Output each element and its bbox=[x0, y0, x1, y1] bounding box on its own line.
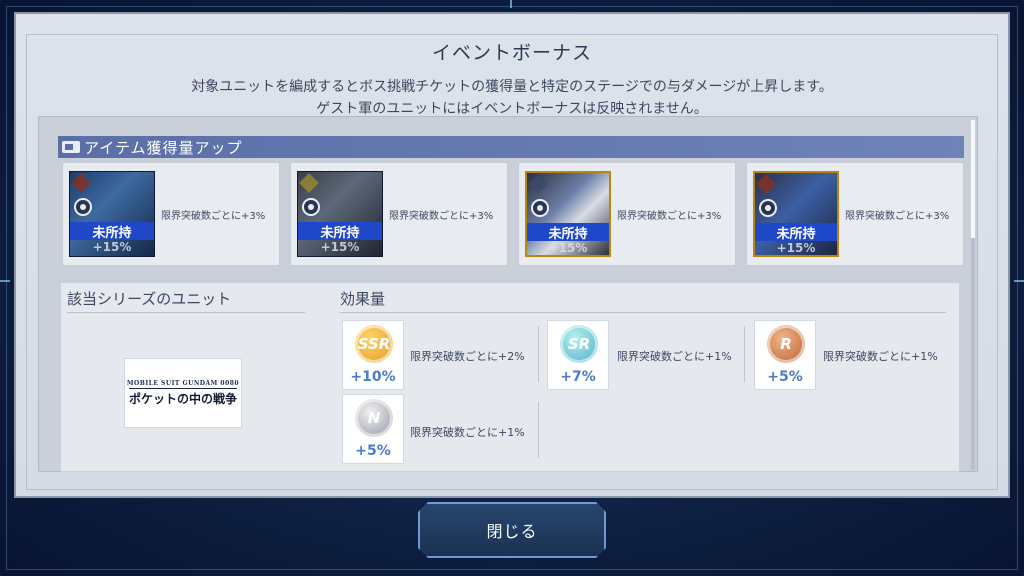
star-attribute-icon bbox=[531, 199, 549, 217]
unit-card[interactable]: 未所持 +15% 限界突破数ごとに+3% bbox=[290, 162, 508, 266]
close-button[interactable]: 閉じる bbox=[418, 502, 606, 558]
unit-bonus: +15% bbox=[548, 241, 588, 255]
unit-thumbnail[interactable]: 未所持 +15% bbox=[753, 171, 839, 257]
rarity-effect-text: 限界突破数ごとに+1% bbox=[617, 350, 732, 363]
rarity-value: +5% bbox=[355, 443, 391, 459]
unit-type-icon bbox=[299, 173, 319, 193]
n-badge-icon: N bbox=[355, 399, 393, 437]
unit-card[interactable]: 未所持 +15% 限界突破数ごとに+3% bbox=[518, 162, 736, 266]
dialog-title: イベントボーナス bbox=[431, 41, 592, 64]
rarity-card-ssr: SSR +10% bbox=[342, 320, 404, 390]
rarity-card-n: N +5% bbox=[342, 394, 404, 464]
unit-effect-text: 限界突破数ごとに+3% bbox=[389, 211, 494, 222]
unit-thumbnail[interactable]: 未所持 +15% bbox=[525, 171, 611, 257]
unit-type-icon bbox=[528, 174, 548, 194]
divider bbox=[538, 326, 539, 382]
effect-title: 効果量 bbox=[340, 290, 386, 308]
unit-bonus: +15% bbox=[776, 241, 816, 255]
unit-thumbnail[interactable]: 未所持 +15% bbox=[297, 171, 383, 257]
item-section-title: アイテム獲得量アップ bbox=[84, 138, 243, 157]
rarity-value: +7% bbox=[560, 369, 596, 385]
not-owned-label: 未所持 bbox=[527, 223, 609, 242]
series-logo[interactable]: MOBILE SUIT GUNDAM 0080 ポケットの中の戦争 bbox=[124, 358, 242, 428]
rarity-effect-text: 限界突破数ごとに+2% bbox=[410, 350, 525, 363]
unit-thumbnail[interactable]: 未所持 +15% bbox=[69, 171, 155, 257]
frame-tick-top bbox=[510, 0, 512, 8]
series-title-rule bbox=[67, 312, 305, 313]
unit-card[interactable]: 未所持 +15% 限界突破数ごとに+3% bbox=[746, 162, 964, 266]
frame-tick-right bbox=[1014, 280, 1024, 282]
rarity-value: +10% bbox=[350, 369, 396, 385]
rarity-value: +5% bbox=[767, 369, 803, 385]
attribute-icon bbox=[302, 198, 320, 216]
item-section-header: アイテム獲得量アップ bbox=[58, 136, 964, 158]
frame-tick-left bbox=[0, 280, 10, 282]
not-owned-label: 未所持 bbox=[70, 222, 154, 241]
unit-effect-text: 限界突破数ごとに+3% bbox=[161, 211, 266, 222]
unit-bonus: +15% bbox=[320, 240, 360, 254]
unit-bonus: +15% bbox=[92, 240, 132, 254]
divider bbox=[744, 326, 745, 382]
rarity-effect-text: 限界突破数ごとに+1% bbox=[823, 350, 938, 363]
attribute-icon bbox=[74, 198, 92, 216]
effect-title-rule bbox=[340, 312, 946, 313]
rarity-card-sr: SR +7% bbox=[547, 320, 609, 390]
rarity-card-r: R +5% bbox=[754, 320, 816, 390]
divider bbox=[538, 402, 539, 458]
unit-card[interactable]: 未所持 +15% 限界突破数ごとに+3% bbox=[62, 162, 280, 266]
r-badge-icon: R bbox=[767, 325, 805, 363]
unit-type-icon bbox=[756, 174, 776, 194]
unit-type-icon bbox=[71, 173, 91, 193]
series-logo-line-2: ポケットの中の戦争 bbox=[128, 387, 237, 407]
ticket-icon bbox=[62, 141, 80, 153]
unit-effect-text: 限界突破数ごとに+3% bbox=[845, 211, 950, 222]
not-owned-label: 未所持 bbox=[755, 223, 837, 242]
series-title: 該当シリーズのユニット bbox=[67, 290, 232, 308]
dialog-title-bar: イベントボーナス bbox=[28, 36, 996, 66]
sr-badge-icon: SR bbox=[560, 325, 598, 363]
star-attribute-icon bbox=[759, 199, 777, 217]
dialog-description: 対象ユニットを編成するとボス挑戦チケットの獲得量と特定のステージでの与ダメージが… bbox=[16, 76, 1008, 120]
series-logo-line-1: MOBILE SUIT GUNDAM 0080 bbox=[126, 379, 240, 387]
unit-effect-text: 限界突破数ごとに+3% bbox=[617, 211, 722, 222]
scrollbar-thumb[interactable] bbox=[971, 120, 975, 238]
description-line-1: 対象ユニットを編成するとボス挑戦チケットの獲得量と特定のステージでの与ダメージが… bbox=[191, 79, 833, 95]
ssr-badge-icon: SSR bbox=[355, 325, 393, 363]
rarity-effect-text: 限界突破数ごとに+1% bbox=[410, 426, 525, 439]
not-owned-label: 未所持 bbox=[298, 222, 382, 241]
